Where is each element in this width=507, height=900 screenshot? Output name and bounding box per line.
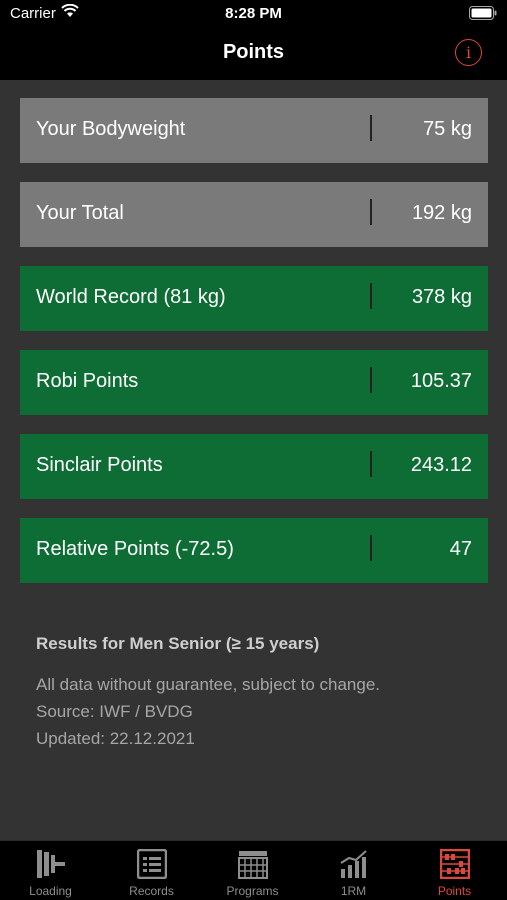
row-robi-points: Robi Points 105.37	[20, 350, 488, 415]
row-value: 47	[449, 538, 472, 560]
row-label: World Record (81 kg)	[36, 286, 226, 308]
row-value: 192 kg	[411, 202, 472, 224]
results-notes: Results for Men Senior (≥ 15 years) All …	[36, 634, 486, 752]
calendar-icon	[238, 851, 268, 879]
row-label: Relative Points (-72.5)	[36, 538, 234, 560]
row-value: 75 kg	[423, 118, 472, 140]
row-bodyweight[interactable]: Your Bodyweight 75 kg	[20, 98, 488, 163]
row-divider	[370, 115, 372, 141]
barbell-icon	[37, 850, 65, 878]
status-time: 8:28 PM	[225, 5, 282, 22]
tab-1rm[interactable]: 1RM	[303, 841, 404, 900]
row-divider	[370, 367, 372, 393]
tab-label: Loading	[29, 884, 72, 898]
row-world-record: World Record (81 kg) 378 kg	[20, 266, 488, 331]
tab-records[interactable]: Records	[101, 841, 202, 900]
battery-icon	[469, 6, 497, 20]
row-label: Your Bodyweight	[36, 118, 186, 140]
row-divider	[370, 283, 372, 309]
tab-label: Programs	[226, 884, 279, 898]
list-icon	[137, 849, 167, 879]
disclaimer-text: All data without guarantee, subject to c…	[36, 675, 381, 694]
tab-loading[interactable]: Loading	[0, 841, 101, 900]
tab-programs[interactable]: Programs	[202, 841, 303, 900]
results-heading: Results for Men Senior (≥ 15 years)	[36, 634, 320, 653]
tab-points[interactable]: Points	[404, 841, 505, 900]
status-bar: Carrier 8:28 PM	[0, 0, 507, 28]
abacus-icon	[440, 849, 470, 879]
row-label: Your Total	[36, 202, 124, 224]
chart-icon	[340, 850, 367, 878]
row-divider	[370, 451, 372, 477]
row-total[interactable]: Your Total 192 kg	[20, 182, 488, 247]
row-sinclair-points: Sinclair Points 243.12	[20, 434, 488, 499]
tab-label: 1RM	[340, 884, 367, 898]
page-title: Points	[222, 41, 285, 63]
row-divider	[370, 199, 372, 225]
updated-text: Updated: 22.12.2021	[36, 729, 195, 748]
row-label: Sinclair Points	[36, 454, 163, 476]
info-button[interactable]: i	[455, 39, 482, 66]
source-text: Source: IWF / BVDG	[36, 702, 193, 721]
info-icon: i	[465, 42, 472, 62]
row-value: 243.12	[410, 454, 472, 476]
row-relative-points: Relative Points (-72.5) 47	[20, 518, 488, 583]
tab-label: Records	[129, 884, 174, 898]
row-divider	[370, 535, 372, 561]
row-value: 378 kg	[411, 286, 472, 308]
row-value: 105.37	[410, 370, 472, 392]
tab-label: Points	[437, 884, 472, 898]
tab-bar: Loading Records Programs 1RM Points	[0, 840, 507, 900]
navigation-bar: Points i	[0, 28, 507, 80]
row-label: Robi Points	[36, 370, 139, 392]
